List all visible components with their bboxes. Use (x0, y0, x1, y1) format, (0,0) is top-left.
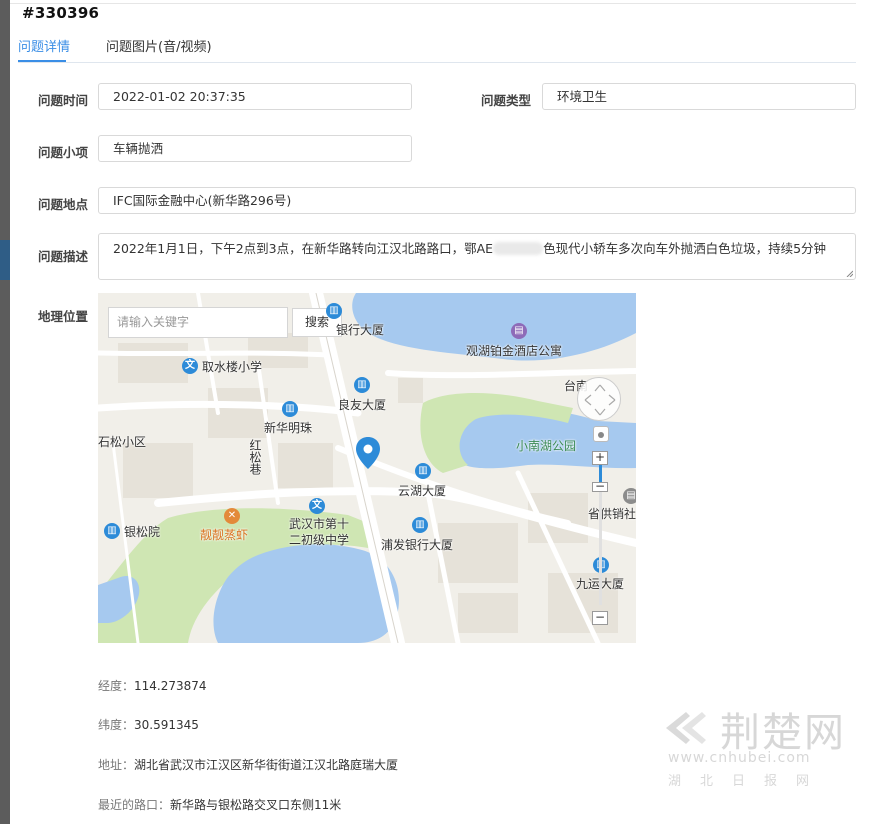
zoom-in-button[interactable]: + (592, 451, 608, 465)
time-field[interactable]: 2022-01-02 20:37:35 (98, 83, 412, 110)
poi-shrimp[interactable]: 靓靓蒸虾 (200, 526, 248, 543)
address-label: 地址： (98, 758, 135, 772)
subitem-field[interactable]: 车辆抛洒 (98, 135, 412, 162)
poi-bank-building[interactable]: 银行大厦 (336, 321, 384, 338)
locate-button[interactable] (593, 426, 609, 442)
geo-label: 地理位置 (38, 309, 89, 324)
longitude-row: 经度：114.273874 (98, 677, 207, 694)
pan-control[interactable] (577, 377, 621, 421)
issue-id: #330396 (22, 4, 100, 22)
building-icon: ▥ (282, 401, 298, 417)
poi-school-1[interactable]: 取水楼小学 (202, 358, 262, 375)
poi-xinhua[interactable]: 新华明珠 (264, 419, 312, 436)
type-label: 问题类型 (481, 93, 532, 108)
hotel-icon: ▤ (511, 323, 527, 339)
crossroad-row: 最近的路口：新华路与银松路交叉口东侧11米 (98, 796, 341, 813)
address-row: 地址：湖北省武汉市江汉区新华街街道江汉北路庭瑞大厦 (98, 756, 398, 773)
longitude-value: 114.273874 (134, 679, 207, 693)
zoom-slider-rest (599, 489, 602, 605)
top-divider (10, 3, 856, 4)
watermark-subtitle: 湖北日报网 (668, 774, 829, 789)
poi-hotel[interactable]: 观湖铂金酒店公寓 (466, 342, 562, 359)
building-icon: ▥ (354, 377, 370, 393)
zoom-out-button[interactable]: − (592, 611, 608, 625)
tab-bar: 问题详情 问题图片(音/视频) (18, 30, 856, 63)
restaurant-icon: ✕ (224, 508, 240, 524)
active-tab-indicator (18, 60, 66, 62)
longitude-label: 经度： (98, 679, 135, 693)
address-value: 湖北省武汉市江汉区新华街街道江汉北路庭瑞大厦 (134, 758, 399, 772)
latitude-label: 纬度： (98, 718, 135, 732)
post-icon: ▤ (623, 488, 636, 504)
latitude-row: 纬度：30.591345 (98, 716, 199, 733)
pan-arrows-icon (584, 384, 616, 416)
map-search-input[interactable]: 请输入关键字 (108, 307, 288, 338)
building-icon: ▥ (326, 303, 342, 319)
location-marker-icon[interactable] (356, 437, 380, 469)
latitude-value: 30.591345 (134, 718, 199, 732)
poi-songxiaoqu[interactable]: 石松小区 (98, 433, 146, 450)
poi-park[interactable]: 小南湖公园 (516, 437, 576, 454)
poi-yunhu[interactable]: 云湖大厦 (398, 482, 446, 499)
school-icon: 文 (182, 358, 198, 374)
locate-dot-icon (598, 432, 604, 438)
poi-school-2[interactable]: 武汉市第十二初级中学 (284, 516, 354, 548)
location-field[interactable]: IFC国际金融中心(新华路296号) (98, 187, 856, 214)
redacted-plate (493, 242, 544, 255)
school-icon: 文 (309, 498, 325, 514)
tab-issue-media[interactable]: 问题图片(音/视频) (106, 36, 212, 55)
poi-post[interactable]: 省供销社 (588, 505, 636, 522)
crossroad-label: 最近的路口： (98, 798, 171, 812)
resize-handle-icon[interactable] (846, 270, 853, 277)
zoom-slider-handle[interactable]: − (592, 480, 608, 492)
subitem-label: 问题小项 (38, 145, 89, 160)
time-label: 问题时间 (38, 93, 89, 108)
poi-liangyou[interactable]: 良友大厦 (338, 396, 386, 413)
brand-logo-icon (666, 712, 706, 744)
type-field[interactable]: 环境卫生 (542, 83, 856, 110)
location-label: 问题地点 (38, 197, 89, 212)
building-icon: ▥ (412, 517, 428, 533)
crossroad-value: 新华路与银松路交叉口东侧11米 (170, 798, 342, 812)
poi-spdb[interactable]: 浦发银行大厦 (381, 536, 453, 553)
description-text-end: 色现代小轿车多次向车外抛洒白色垃圾，持续5分钟 (543, 241, 827, 256)
map-view[interactable]: 请输入关键字 搜索 ▥ 银行大厦 ▤ 观湖铂金酒店公寓 文 取水楼小学 ▥ 良友… (98, 293, 636, 643)
watermark-url: www.cnhubei.com (668, 750, 811, 766)
backdrop-block (0, 240, 10, 280)
description-label: 问题描述 (38, 249, 89, 264)
building-icon: ▥ (415, 463, 431, 479)
description-text-start: 2022年1月1日，下午2点到3点，在新华路转向江汉北路路口，鄂AE (113, 241, 494, 256)
poi-hongsongxiang[interactable]: 红松巷 (248, 439, 262, 475)
building-icon: ▥ (104, 523, 120, 539)
backdrop-left (0, 0, 10, 824)
tab-issue-details[interactable]: 问题详情 (18, 36, 70, 55)
description-textarea[interactable]: 2022年1月1日，下午2点到3点，在新华路转向江汉北路路口，鄂AE 色现代小轿车… (98, 233, 856, 280)
watermark: 荆楚网 www.cnhubei.com 湖北日报网 (664, 700, 854, 790)
poi-yinsong[interactable]: 银松院 (124, 523, 160, 540)
